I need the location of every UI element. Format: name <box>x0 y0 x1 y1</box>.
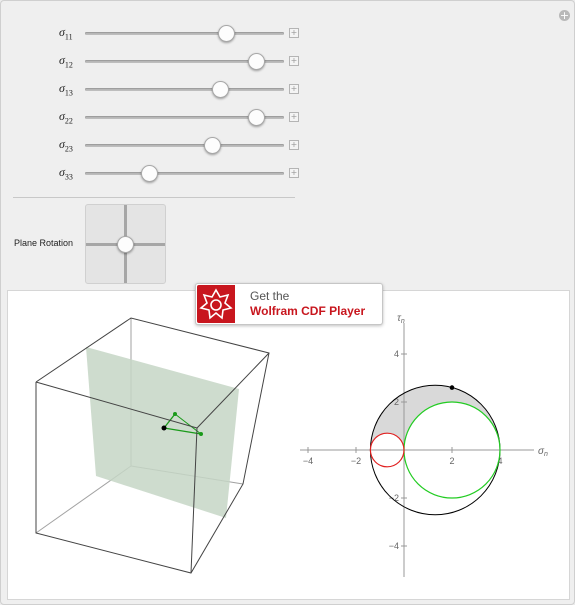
slider-row: σ22 + <box>1 107 311 127</box>
slider-expand-button[interactable]: + <box>289 168 299 178</box>
mohr-circle-chart[interactable]: −4 −2 2 4−4−224σnτn <box>294 315 564 595</box>
slider-subscript: 12 <box>64 60 73 70</box>
get-cdf-player-button[interactable]: Get the Wolfram CDF Player <box>195 283 383 325</box>
slider-track[interactable] <box>85 32 284 35</box>
shaded-region <box>370 385 500 450</box>
cutting-plane <box>86 347 239 518</box>
slider-row: σ33 + <box>1 163 311 183</box>
slider-track[interactable] <box>85 144 284 147</box>
slider-thumb[interactable] <box>204 137 222 154</box>
cdf-line1: Get the <box>250 289 290 303</box>
slider-label: σ11 <box>59 25 73 41</box>
slider-track[interactable] <box>85 88 284 91</box>
x-tick-label: −4 <box>303 456 313 466</box>
plane-rotation-label: Plane Rotation <box>14 238 74 248</box>
slider-subscript: 33 <box>64 172 73 182</box>
slider-label: σ23 <box>59 137 73 153</box>
y-tick-label: −2 <box>389 493 399 503</box>
slider-thumb[interactable] <box>218 25 236 42</box>
pad-thumb[interactable] <box>117 236 134 253</box>
slider-thumb[interactable] <box>140 165 158 182</box>
slider-row: σ13 + <box>1 79 311 99</box>
cdf-line2: Wolfram CDF Player <box>250 304 366 318</box>
output-area: −4 −2 2 4 −4 −2 2 4 σn τn <box>7 290 570 600</box>
slider-label: σ22 <box>59 109 73 125</box>
slider-row: σ11 + <box>1 23 311 43</box>
slider-thumb[interactable] <box>248 53 266 70</box>
slider-subscript: 22 <box>64 116 73 126</box>
slider-label: σ13 <box>59 81 73 97</box>
x-tick-label: −2 <box>351 456 361 466</box>
wolfram-spikey-icon <box>197 285 235 323</box>
slider-subscript: 23 <box>64 144 73 154</box>
x-axis-label: σn <box>538 446 548 458</box>
slider-expand-button[interactable]: + <box>289 56 299 66</box>
slider-thumb[interactable] <box>212 81 230 98</box>
expand-icon[interactable]: + <box>559 10 570 21</box>
slider-expand-button[interactable]: + <box>289 28 299 38</box>
slider-label: σ12 <box>59 53 73 69</box>
manipulate-panel: + σ11 + σ12 + σ13 + σ22 + σ23 + σ33 + Plane Rotatio… <box>0 0 575 605</box>
slider-subscript: 11 <box>64 32 73 42</box>
slider-track[interactable] <box>85 172 284 175</box>
divider <box>13 197 295 198</box>
slider-row: σ23 + <box>1 135 311 155</box>
slider-label: σ33 <box>59 165 73 181</box>
stress-point <box>449 385 455 390</box>
y-tick-label: −4 <box>389 541 399 551</box>
slider-subscript: 13 <box>64 88 73 98</box>
slider-thumb[interactable] <box>248 109 266 126</box>
slider-expand-button[interactable]: + <box>289 112 299 122</box>
slider-expand-button[interactable]: + <box>289 140 299 150</box>
slider-row: σ12 + <box>1 51 311 71</box>
plane-rotation-2d-slider[interactable] <box>85 204 166 284</box>
y-tick-label: 4 <box>394 349 399 359</box>
y-axis-label: τn <box>397 315 405 325</box>
slider-expand-button[interactable]: + <box>289 84 299 94</box>
x-tick-label: 2 <box>449 456 454 466</box>
